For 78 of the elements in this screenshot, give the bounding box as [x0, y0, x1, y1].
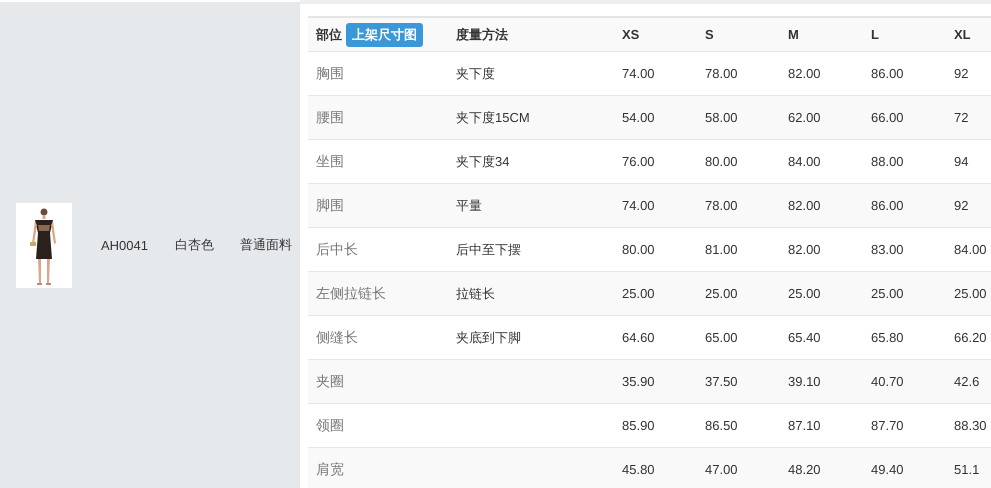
table-cell: 84.00: [954, 242, 987, 257]
table-cell: 84.00: [788, 154, 821, 169]
table-cell: 83.00: [871, 242, 904, 257]
table-cell: 81.00: [705, 242, 738, 257]
size-chart-button[interactable]: 上架尺寸图: [346, 22, 423, 46]
table-cell: 49.40: [871, 462, 904, 477]
table-cell: 82.00: [788, 66, 821, 81]
table-cell: 48.20: [788, 462, 821, 477]
column-header: S: [705, 27, 714, 42]
table-cell: 45.80: [622, 462, 655, 477]
table-cell: 65.80: [871, 330, 904, 345]
table-cell: 66.00: [871, 110, 904, 125]
product-color: 白杏色: [174, 236, 214, 254]
column-header: L: [871, 27, 879, 42]
table-cell: 82.00: [788, 198, 821, 213]
table-cell: 58.00: [705, 110, 738, 125]
table-cell: 夹下度: [456, 64, 495, 82]
product-code: AH0041: [101, 238, 148, 252]
table-cell: 后中至下摆: [456, 240, 521, 258]
table-cell: 夹下度34: [456, 152, 510, 170]
table-cell: 74.00: [622, 66, 655, 81]
table-cell: 78.00: [705, 198, 738, 213]
table-cell: 51.1: [954, 462, 980, 477]
table-cell: 65.00: [705, 330, 738, 345]
table-cell: 47.00: [705, 462, 738, 477]
table-cell: 25.00: [954, 286, 987, 301]
table-cell: 80.00: [622, 242, 655, 257]
table-cell: 平量: [456, 196, 482, 214]
table-cell: 42.6: [954, 374, 980, 389]
table-cell: 72: [954, 110, 968, 125]
table-cell: 35.90: [622, 374, 655, 389]
table-cell: 65.40: [788, 330, 821, 345]
table-cell: 胸围: [316, 64, 344, 82]
table-cell: 92: [954, 198, 968, 213]
table-cell: 夹底到下脚: [456, 328, 521, 346]
table-cell: 54.00: [622, 110, 655, 125]
table-cell: 25.00: [871, 286, 904, 301]
table-cell: 92: [954, 66, 968, 81]
table-cell: 夹下度15CM: [456, 108, 530, 126]
table-cell: 76.00: [622, 154, 655, 169]
table-cell: 左侧拉链长: [316, 284, 386, 302]
table-cell: 腰围: [316, 108, 344, 126]
table-cell: 94: [954, 154, 968, 169]
table-cell: 87.10: [788, 418, 821, 433]
table-cell: 85.90: [622, 418, 655, 433]
table-cell: 40.70: [871, 374, 904, 389]
table-cell: 88.30: [954, 418, 987, 433]
table-cell: 82.00: [788, 242, 821, 257]
table-cell: 25.00: [705, 286, 738, 301]
table-cell: 脚围: [316, 196, 344, 214]
table-cell: 86.50: [705, 418, 738, 433]
fabric-type: 普通面料: [240, 236, 292, 254]
column-header: XS: [622, 27, 640, 42]
column-header: 部位: [316, 26, 342, 44]
table-cell: 夹圈: [316, 372, 344, 390]
table-cell: 64.60: [622, 330, 655, 345]
table-cell: 坐围: [316, 152, 344, 170]
table-cell: 肩宽: [316, 460, 344, 478]
table-cell: 37.50: [705, 374, 738, 389]
table-cell: 66.20: [954, 330, 987, 345]
table-cell: 87.70: [871, 418, 904, 433]
table-cell: 78.00: [705, 66, 738, 81]
table-cell: 86.00: [871, 198, 904, 213]
table-cell: 侧缝长: [316, 328, 358, 346]
table-cell: 25.00: [622, 286, 655, 301]
table-cell: 39.10: [788, 374, 821, 389]
column-header: 度量方法: [456, 26, 508, 44]
column-header: XL: [954, 27, 971, 42]
table-cell: 86.00: [871, 66, 904, 81]
table-cell: 74.00: [622, 198, 655, 213]
table-cell: 领圈: [316, 416, 344, 434]
table-cell: 62.00: [788, 110, 821, 125]
table-cell: 25.00: [788, 286, 821, 301]
table-cell: 后中长: [316, 240, 358, 258]
table-cell: 拉链长: [456, 284, 495, 302]
table-cell: 80.00: [705, 154, 738, 169]
column-header: M: [788, 27, 799, 42]
table-cell: 88.00: [871, 154, 904, 169]
